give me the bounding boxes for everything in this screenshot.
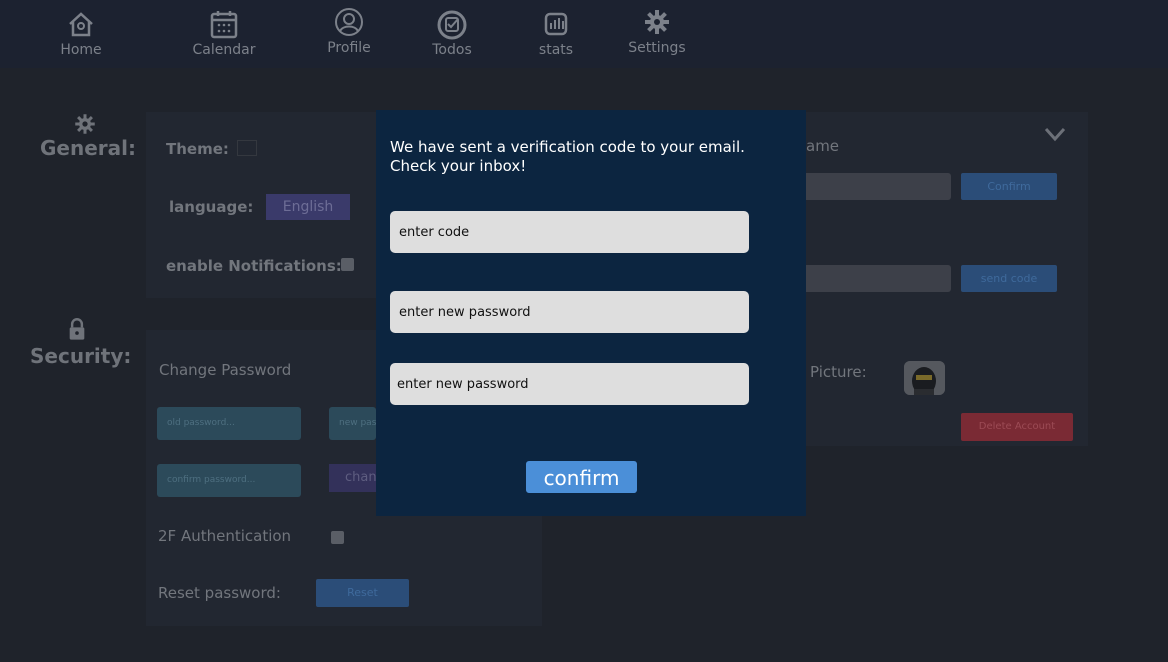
security-heading-text: Security: [30,344,132,368]
confirm-button[interactable]: confirm [526,461,637,493]
avatar-image [904,361,945,395]
nav-settings[interactable]: Settings [626,6,688,56]
theme-toggle[interactable] [237,140,257,156]
code-input[interactable] [390,211,749,253]
lock-icon [69,318,85,340]
language-label: language: [169,198,254,216]
general-section-heading: General: [40,112,136,160]
home-icon [69,12,93,37]
gear-icon [645,10,669,34]
theme-label: Theme: [166,140,229,158]
nav-label: Calendar [192,42,256,58]
username-confirm-button[interactable]: Confirm [961,173,1057,200]
nav-profile[interactable]: Profile [322,6,376,56]
nav-label: stats [538,42,574,58]
avatar[interactable] [904,361,945,395]
profile-icon [335,8,363,36]
top-nav: Home Calendar Profile Todos stats Settin… [0,0,1168,68]
old-password-field[interactable]: old password... [157,407,301,440]
confirm-password-field[interactable]: confirm password... [157,464,301,497]
reset-button[interactable]: Reset [316,579,409,607]
send-code-button[interactable]: send code [961,265,1057,292]
language-select[interactable]: English [266,194,350,220]
verification-modal: We have sent a verification code to your… [376,110,806,516]
username-label: ame [806,137,840,155]
new-password-input[interactable] [390,291,749,333]
nav-todos[interactable]: Todos [428,8,476,58]
notifications-label: enable Notifications: [166,257,342,275]
calendar-icon [210,11,238,39]
change-password-button[interactable]: change [329,464,376,492]
repeat-password-input[interactable] [390,363,749,405]
stats-icon [544,12,568,36]
modal-message: We have sent a verification code to your… [390,138,745,175]
nav-label: Settings [628,40,686,56]
general-heading-text: General: [40,136,136,160]
email-input[interactable] [806,265,951,292]
nav-stats[interactable]: stats [534,8,578,58]
notifications-checkbox[interactable] [341,258,354,271]
nav-label: Profile [327,40,371,56]
security-section-heading: Security: [30,314,131,368]
reset-password-label: Reset password: [158,584,281,602]
two-factor-label: 2F Authentication [158,527,292,545]
username-input[interactable] [806,173,951,200]
delete-account-button[interactable]: Delete Account [961,413,1073,441]
gear-icon [75,114,95,134]
two-factor-checkbox[interactable] [331,531,344,544]
picture-label: Picture: [810,363,867,381]
nav-calendar[interactable]: Calendar [190,8,258,58]
nav-label: Todos [432,42,472,58]
new-password-field[interactable]: new password... [329,407,376,440]
change-password-label: Change Password [159,361,292,379]
todos-icon [437,10,467,40]
nav-home[interactable]: Home [58,8,104,58]
chevron-down-icon[interactable] [1043,125,1067,143]
nav-label: Home [60,42,102,58]
